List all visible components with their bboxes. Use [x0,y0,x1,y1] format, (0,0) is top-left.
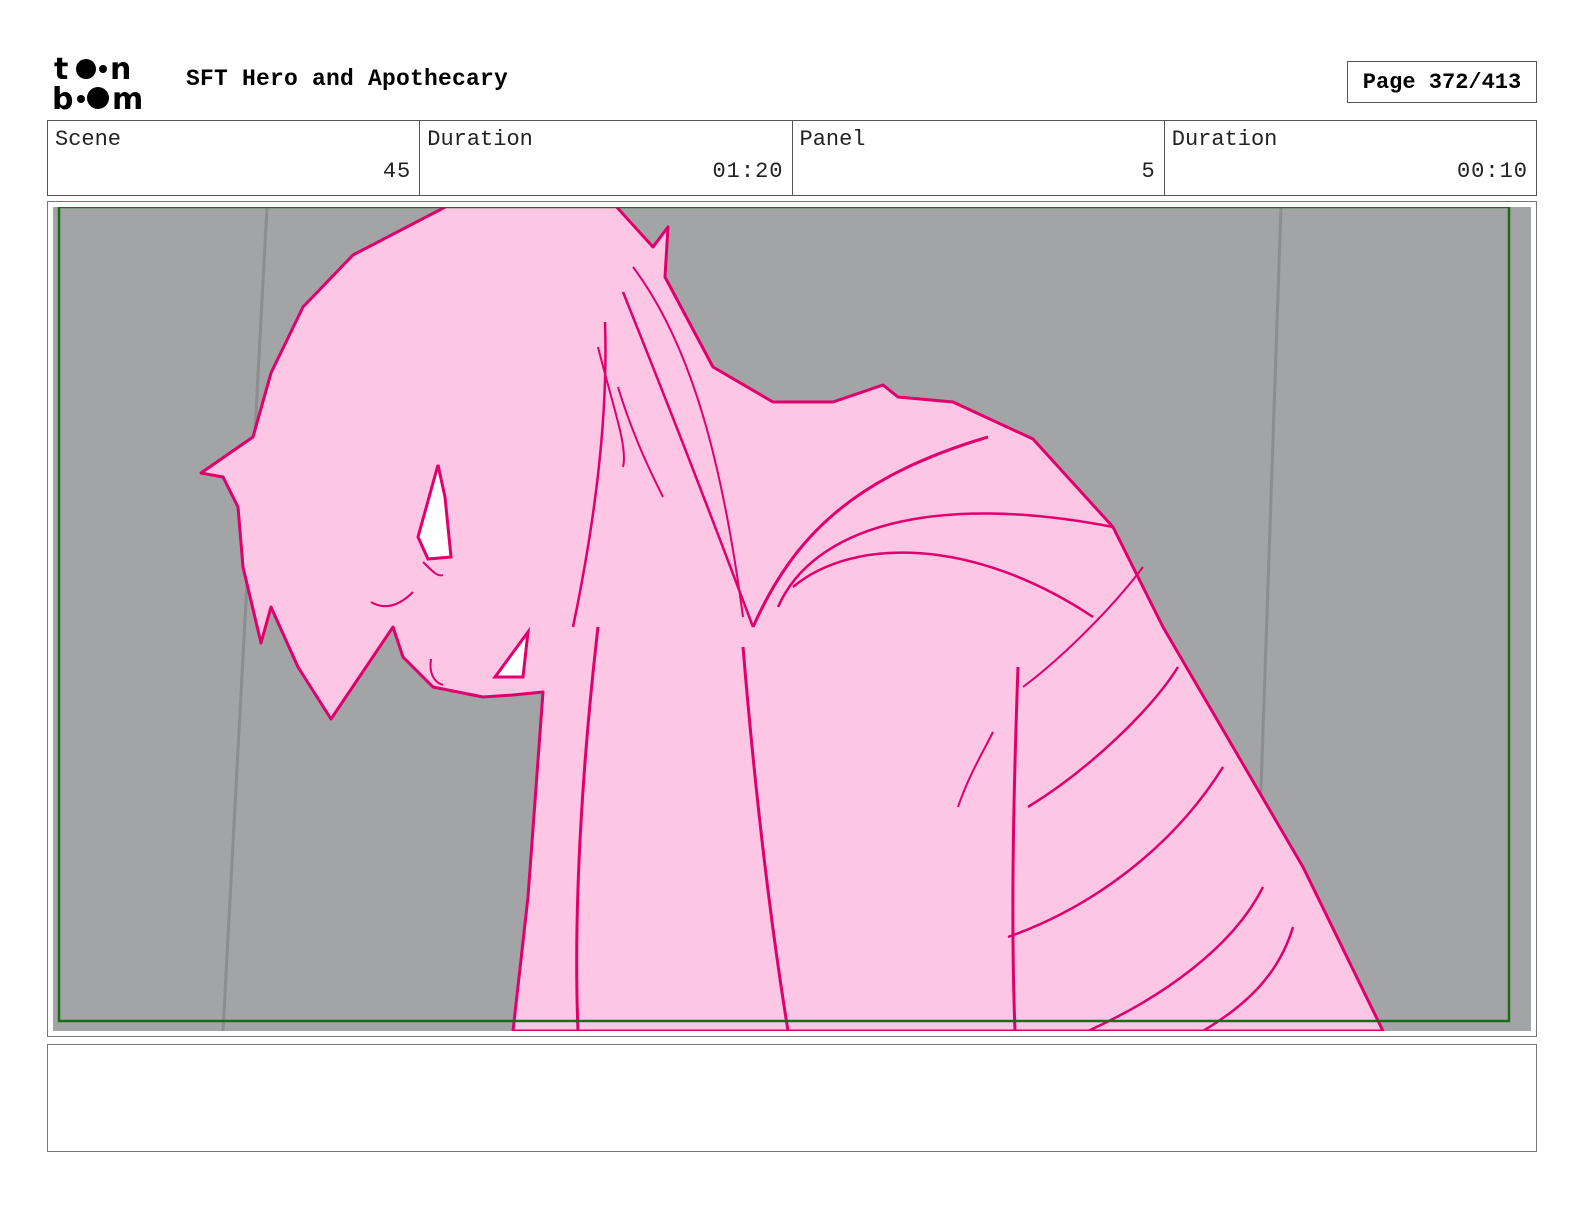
scene-info-row: Scene 45 Duration 01:20 Panel 5 Duration… [47,120,1537,196]
scene-label: Scene [55,127,122,152]
toon-boom-logo-icon: t n b m [52,52,143,112]
panel-label: Panel [799,127,866,152]
panel-notes [47,1044,1537,1152]
scene-duration-cell: Duration 01:20 [419,121,791,195]
scene-cell: Scene 45 [48,121,419,195]
panel-duration-value: 00:10 [1456,159,1528,184]
panel-duration-cell: Duration 00:10 [1163,121,1536,195]
panel-duration-label: Duration [1171,127,1278,152]
storyboard-drawing [57,207,1511,1031]
wall-line-right [1257,207,1283,848]
panel-cell: Panel 5 [791,121,1164,195]
panel-image [53,207,1531,1031]
project-title: SFT Hero and Apothecary [186,66,509,92]
character-figure [199,207,1385,1031]
svg-text:b: b [52,82,73,112]
scene-duration-label: Duration [427,127,533,152]
page-number: Page 372/413 [1347,61,1537,103]
scene-duration-value: 01:20 [712,159,784,184]
panel-value: 5 [1141,159,1156,184]
svg-text:m: m [112,82,143,112]
scene-value: 45 [382,159,412,184]
